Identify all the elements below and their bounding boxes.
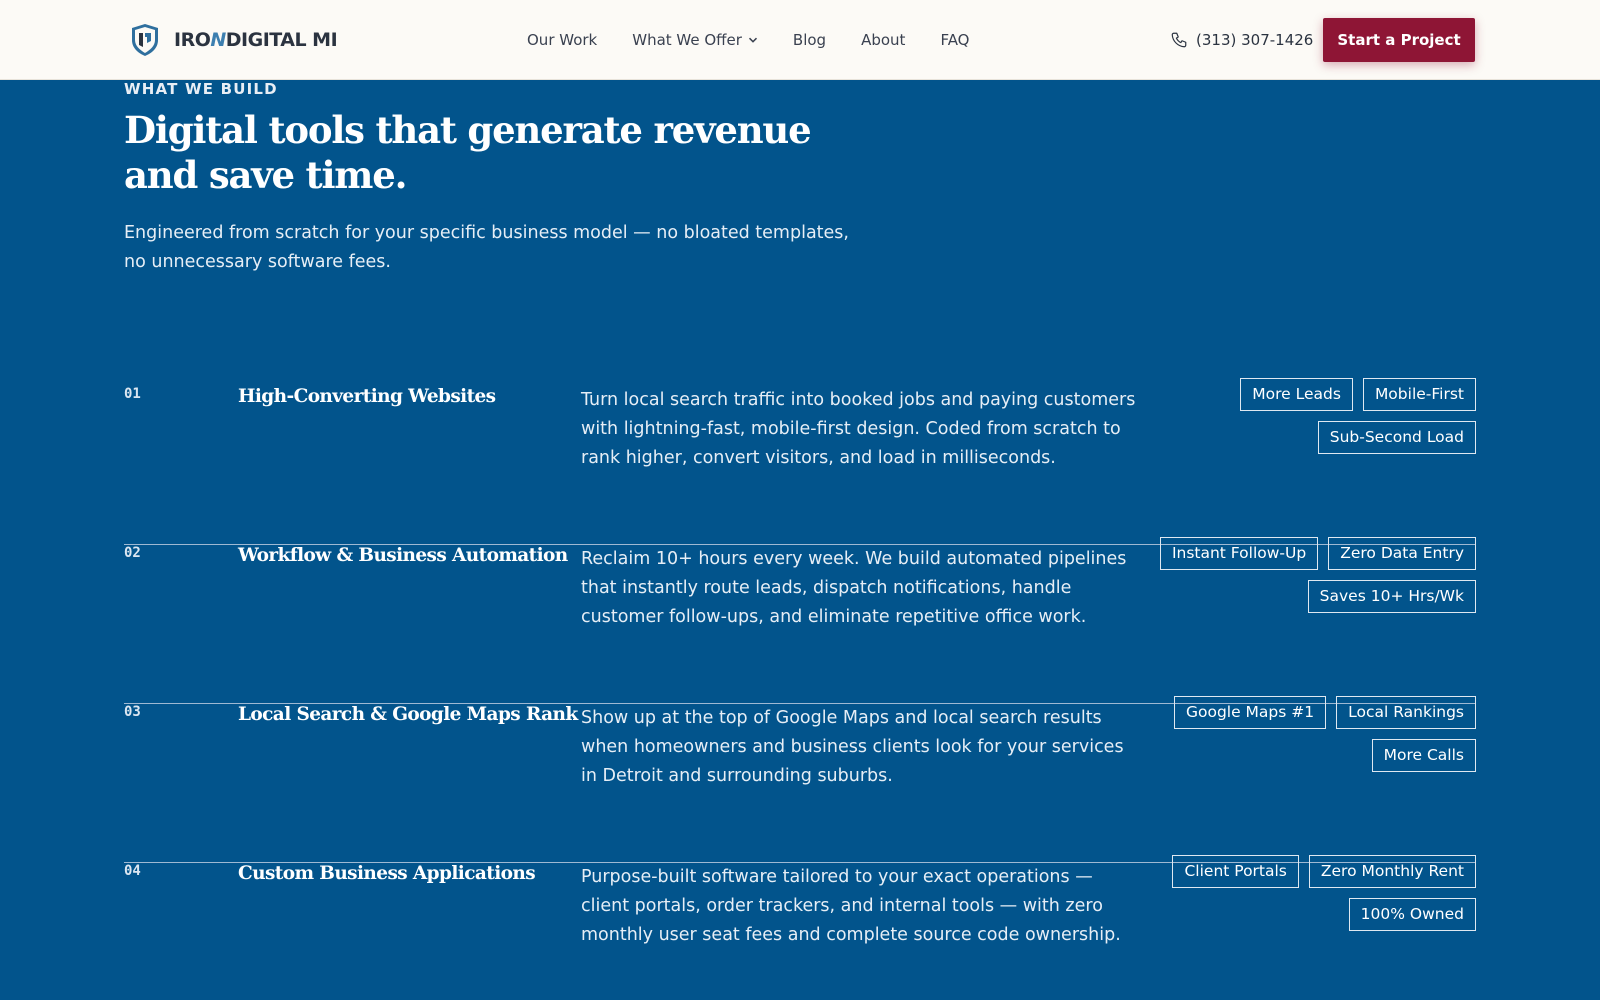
service-tag: Mobile-First xyxy=(1362,378,1476,411)
section-subtitle: Engineered from scratch for your specifi… xyxy=(124,223,849,272)
logo-wordmark: IRONDIGITAL MI xyxy=(174,29,338,51)
service-description: Show up at the top of Google Maps and lo… xyxy=(581,708,1124,786)
service-description: Purpose-built software tailored to your … xyxy=(581,867,1121,945)
service-tags: Instant Follow-Up Zero Data Entry Saves … xyxy=(1156,537,1476,613)
service-number: 03 xyxy=(124,704,141,720)
service-tag: Local Rankings xyxy=(1336,696,1476,729)
service-description: Turn local search traffic into booked jo… xyxy=(581,390,1136,468)
start-project-button[interactable]: Start a Project xyxy=(1323,18,1475,62)
service-row: 03 Local Search & Google Maps Rank Show … xyxy=(124,696,1476,863)
service-title: Workflow & Business Automation xyxy=(238,545,568,566)
service-number: 04 xyxy=(124,863,141,879)
section-title: Digital tools that generate revenue and … xyxy=(124,108,812,197)
site-logo[interactable]: IRONDIGITAL MI xyxy=(130,20,338,60)
service-tag: More Calls xyxy=(1371,739,1476,772)
service-tags: Google Maps #1 Local Rankings More Calls xyxy=(1156,696,1476,772)
service-tags: More Leads Mobile-First Sub-Second Load xyxy=(1156,378,1476,454)
service-tag: Instant Follow-Up xyxy=(1159,537,1319,570)
service-description: Reclaim 10+ hours every week. We build a… xyxy=(581,549,1127,627)
service-tag: Zero Monthly Rent xyxy=(1308,855,1476,888)
service-tag: Client Portals xyxy=(1172,855,1299,888)
nav-blog[interactable]: Blog xyxy=(793,31,826,49)
phone-number: (313) 307-1426 xyxy=(1196,31,1314,49)
service-tags: Client Portals Zero Monthly Rent 100% Ow… xyxy=(1156,855,1476,931)
service-tag: Google Maps #1 xyxy=(1173,696,1327,729)
service-tag: Saves 10+ Hrs/Wk xyxy=(1307,580,1476,613)
phone-link[interactable]: (313) 307-1426 xyxy=(1170,0,1313,80)
service-tag: Zero Data Entry xyxy=(1328,537,1476,570)
phone-icon xyxy=(1171,32,1187,48)
nav-what-we-offer[interactable]: What We Offer xyxy=(632,31,758,49)
service-tag: Sub-Second Load xyxy=(1317,421,1476,454)
chevron-down-icon xyxy=(748,37,757,43)
service-row: 02 Workflow & Business Automation Reclai… xyxy=(124,537,1476,704)
service-tag: 100% Owned xyxy=(1348,898,1476,931)
service-row: 04 Custom Business Applications Purpose-… xyxy=(124,855,1476,1000)
nav-about[interactable]: About xyxy=(861,31,905,49)
site-header: IRONDIGITAL MI Our Work What We Offer Bl… xyxy=(0,0,1600,80)
service-title: High-Converting Websites xyxy=(238,386,496,407)
service-number: 01 xyxy=(124,386,141,402)
service-title: Custom Business Applications xyxy=(238,863,536,884)
shield-logo-icon xyxy=(132,24,158,56)
service-tag: More Leads xyxy=(1240,378,1353,411)
section-eyebrow: WHAT WE BUILD xyxy=(124,80,278,98)
main-nav: Our Work What We Offer Blog About FAQ xyxy=(527,0,1005,80)
nav-our-work[interactable]: Our Work xyxy=(527,31,597,49)
nav-faq[interactable]: FAQ xyxy=(940,31,969,49)
service-row: 01 High-Converting Websites Turn local s… xyxy=(124,378,1476,545)
service-title: Local Search & Google Maps Rank xyxy=(238,704,578,725)
service-number: 02 xyxy=(124,545,141,561)
